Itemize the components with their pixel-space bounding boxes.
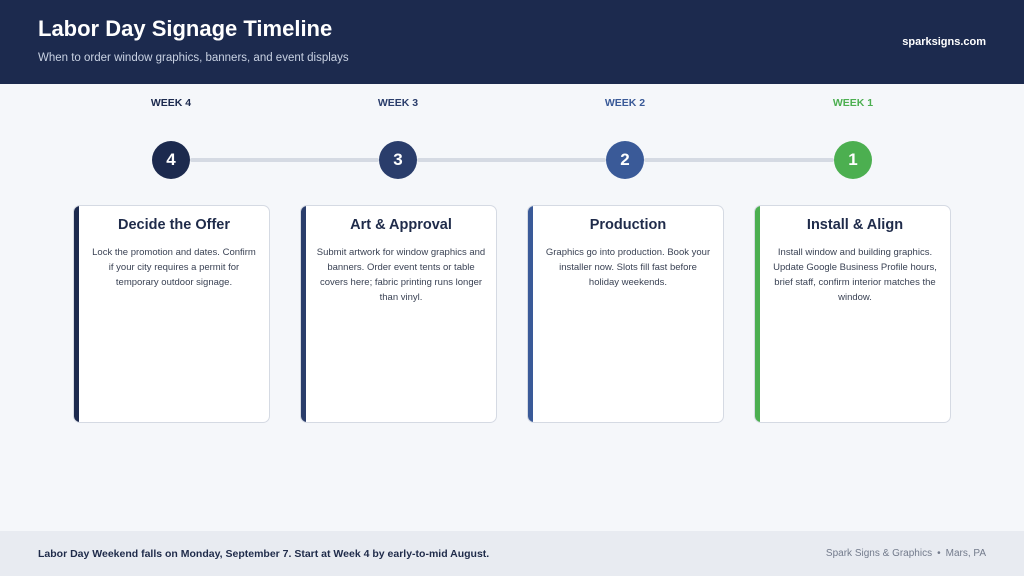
card-body: Graphics go into production. Book your i… [545, 247, 711, 288]
step-circle-4: 4 [152, 141, 190, 179]
step-card-install-align: Install & Align Install window and build… [754, 205, 951, 423]
card-accent-bar [74, 206, 79, 422]
step-card-production: Production Graphics go into production. … [527, 205, 724, 423]
card-accent-bar [755, 206, 760, 422]
week-label-1: WEEK 1 [832, 97, 874, 109]
page-title: Labor Day Signage Timeline [38, 16, 333, 41]
week-label-3: WEEK 3 [377, 97, 419, 109]
card-body: Lock the promotion and dates. Confirm if… [92, 247, 256, 288]
page-header: Labor Day Signage Timeline When to order… [0, 0, 1024, 84]
card-accent-bar [301, 206, 306, 422]
week-label-2: WEEK 2 [604, 97, 646, 109]
card-title: Install & Align [806, 217, 904, 233]
step-circle-1: 1 [834, 141, 872, 179]
timeline-connector [417, 158, 606, 162]
card-accent-bar [528, 206, 533, 422]
card-body: Submit artwork for window graphics and b… [316, 247, 486, 303]
timeline-connector [190, 158, 379, 162]
page-subtitle: When to order window graphics, banners, … [38, 52, 349, 64]
card-title: Art & Approval [350, 217, 452, 233]
week-label-4: WEEK 4 [150, 97, 192, 109]
company-location: Mars, PA [945, 548, 986, 559]
footer-note: Labor Day Weekend falls on Monday, Septe… [38, 548, 490, 560]
page-footer: Labor Day Weekend falls on Monday, Septe… [0, 531, 1024, 576]
step-circle-2: 2 [606, 141, 644, 179]
company-name: Spark Signs & Graphics [825, 548, 933, 559]
website-link[interactable]: sparksigns.com [902, 36, 986, 48]
separator-dot: • [937, 548, 941, 559]
step-card-art-approval: Art & Approval Submit artwork for window… [300, 205, 497, 423]
card-title: Decide the Offer [118, 217, 230, 233]
timeline-connector [644, 158, 834, 162]
card-body: Install window and building graphics. Up… [773, 247, 937, 303]
step-card-decide-offer: Decide the Offer Lock the promotion and … [73, 205, 270, 423]
footer-credit: Spark Signs & Graphics • Mars, PA [826, 548, 986, 559]
card-title: Production [589, 217, 667, 233]
step-circle-3: 3 [379, 141, 417, 179]
